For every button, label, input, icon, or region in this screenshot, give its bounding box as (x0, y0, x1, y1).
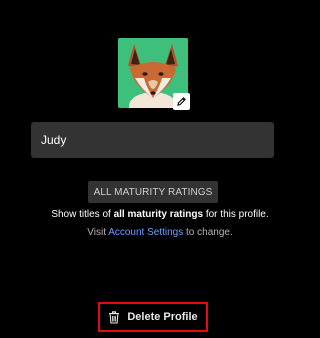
edit-profile-screen: ALL MATURITY RATINGS Show titles of all … (0, 0, 320, 338)
trash-icon (109, 310, 120, 324)
maturity-description: Show titles of all maturity ratings for … (0, 209, 320, 220)
account-settings-suffix: to change. (183, 227, 233, 238)
account-settings-link[interactable]: Account Settings (108, 227, 183, 238)
profile-name-input[interactable] (31, 122, 274, 158)
pencil-icon (177, 97, 186, 106)
account-settings-note: Visit Account Settings to change. (0, 227, 320, 238)
delete-profile-label: Delete Profile (127, 311, 198, 323)
account-settings-prefix: Visit (87, 227, 109, 238)
maturity-description-suffix: for this profile. (203, 209, 269, 220)
maturity-ratings-button[interactable]: ALL MATURITY RATINGS (88, 181, 218, 203)
delete-profile-button[interactable]: Delete Profile (98, 302, 208, 332)
edit-avatar-button[interactable] (173, 93, 190, 110)
maturity-description-bold: all maturity ratings (113, 209, 204, 220)
maturity-description-prefix: Show titles of (51, 209, 114, 220)
